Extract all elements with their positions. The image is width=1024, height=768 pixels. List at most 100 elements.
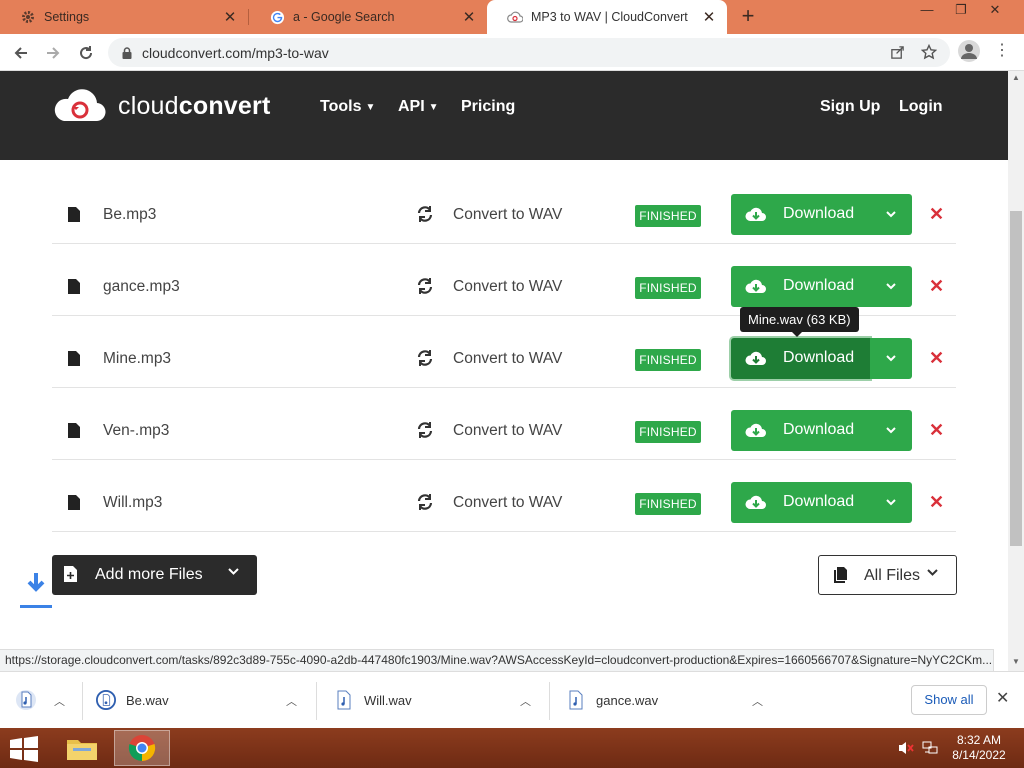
status-badge: FINISHED <box>635 493 701 515</box>
tab-title: a - Google Search <box>293 10 395 24</box>
download-progress-icon <box>96 690 116 710</box>
windows-start-icon[interactable] <box>8 736 40 762</box>
file-name: gance.mp3 <box>103 278 180 295</box>
bookmark-star-icon[interactable] <box>920 43 938 61</box>
chevron-up-icon[interactable]: ︿ <box>54 693 65 709</box>
chevron-up-icon[interactable]: ︿ <box>286 693 297 709</box>
login-link[interactable]: Login <box>899 98 943 116</box>
shelf-item[interactable]: Be.wav ︿ <box>96 680 304 720</box>
tab-cloudconvert[interactable]: MP3 to WAV | CloudConvert ✕ <box>487 0 727 34</box>
remove-file-icon[interactable]: ✕ <box>929 492 944 513</box>
audio-file-icon <box>569 690 583 710</box>
remove-file-icon[interactable]: ✕ <box>929 204 944 225</box>
reload-icon[interactable] <box>73 40 99 66</box>
add-more-files-label: Add more Files <box>95 566 203 583</box>
page-scrollbar[interactable]: ▲ ▼ <box>1008 71 1024 671</box>
back-icon[interactable] <box>8 40 34 66</box>
restore-icon[interactable]: ❐ <box>946 0 976 22</box>
tab-google-search[interactable]: a - Google Search ✕ <box>249 0 487 34</box>
shelf-item[interactable]: gance.wav ︿ <box>566 680 774 720</box>
remove-file-icon[interactable]: ✕ <box>929 348 944 369</box>
add-file-icon <box>64 566 77 582</box>
cloudconvert-logo[interactable]: cloudconvert <box>54 89 270 123</box>
file-name: Be.mp3 <box>103 206 157 223</box>
show-all-button[interactable]: Show all <box>911 685 987 715</box>
profile-avatar-icon[interactable] <box>958 40 980 62</box>
logo-text: cloudconvert <box>118 92 270 121</box>
convert-target-select[interactable]: Convert to WAV <box>453 494 562 512</box>
close-window-icon[interactable]: ✕ <box>980 0 1010 22</box>
clock-time: 8:32 AM <box>956 733 1002 747</box>
download-options-button[interactable] <box>870 482 912 523</box>
taskbar-clock[interactable]: 8:32 AM 8/14/2022 <box>948 733 1010 763</box>
new-tab-button[interactable]: + <box>736 5 760 29</box>
file-icon <box>68 495 80 510</box>
shelf-file-name: Be.wav <box>126 692 169 708</box>
download-options-button[interactable] <box>870 194 912 235</box>
download-button[interactable]: Download <box>731 410 870 451</box>
speaker-muted-icon[interactable] <box>898 740 914 756</box>
file-explorer-icon[interactable] <box>54 730 110 766</box>
shelf-item[interactable]: Will.wav ︿ <box>334 680 538 720</box>
cloudconvert-icon <box>507 9 523 25</box>
nav-tools[interactable]: Tools ▼ <box>320 98 375 116</box>
status-badge: FINISHED <box>635 277 701 299</box>
download-options-button[interactable] <box>870 338 912 379</box>
convert-target-select[interactable]: Convert to WAV <box>453 278 562 296</box>
sync-icon <box>417 206 433 222</box>
shelf-file-name: gance.wav <box>596 692 659 708</box>
minimize-icon[interactable]: — <box>912 0 942 22</box>
chrome-taskbar-icon[interactable] <box>114 730 170 766</box>
download-options-button[interactable] <box>870 266 912 307</box>
shelf-file-name: Will.wav <box>364 692 412 708</box>
file-row: Mine.mp3 Convert to WAV FINISHED Downloa… <box>52 331 956 388</box>
address-bar[interactable]: cloudconvert.com/mp3-to-wav <box>108 38 950 67</box>
clock-date: 8/14/2022 <box>952 748 1006 762</box>
download-button[interactable]: Download <box>731 482 870 523</box>
close-tab-icon[interactable]: ✕ <box>461 8 477 26</box>
file-name: Mine.mp3 <box>103 350 172 367</box>
close-tab-icon[interactable]: ✕ <box>701 8 717 26</box>
shelf-item-collapsed[interactable]: ︿ <box>16 680 76 720</box>
chevron-up-icon[interactable]: ︿ <box>752 693 763 709</box>
status-badge: FINISHED <box>635 205 701 227</box>
scroll-down-icon[interactable]: ▼ <box>1008 655 1024 669</box>
chevron-down-icon <box>886 283 896 290</box>
sync-icon <box>417 494 433 510</box>
nav-api[interactable]: API ▼ <box>398 98 439 116</box>
chevron-down-icon <box>886 355 896 362</box>
status-badge: FINISHED <box>635 421 701 443</box>
download-arrow-icon <box>20 573 52 608</box>
download-button[interactable]: Download <box>731 266 870 307</box>
signup-link[interactable]: Sign Up <box>820 98 880 116</box>
logo-text-light: cloud <box>118 91 179 120</box>
download-button[interactable]: Download <box>731 338 870 379</box>
convert-target-select[interactable]: Convert to WAV <box>453 350 562 368</box>
file-icon <box>68 423 80 438</box>
close-shelf-icon[interactable]: ✕ <box>996 688 1009 708</box>
convert-target-select[interactable]: Convert to WAV <box>453 422 562 440</box>
scroll-thumb[interactable] <box>1010 211 1022 546</box>
site-header: cloudconvert Tools ▼ API ▼ Pricing Sign Up… <box>0 71 1008 160</box>
network-icon[interactable] <box>922 740 938 756</box>
forward-icon[interactable] <box>40 40 66 66</box>
file-icon <box>68 351 80 366</box>
close-tab-icon[interactable]: ✕ <box>222 8 238 26</box>
add-more-files-button[interactable]: Add more Files <box>52 555 257 595</box>
download-options-button[interactable] <box>870 410 912 451</box>
all-files-button[interactable]: All Files <box>818 555 957 595</box>
browser-toolbar: cloudconvert.com/mp3-to-wav ⋮ <box>0 34 1024 71</box>
tab-settings[interactable]: Settings ✕ <box>0 0 248 34</box>
remove-file-icon[interactable]: ✕ <box>929 420 944 441</box>
convert-target-select[interactable]: Convert to WAV <box>453 206 562 224</box>
nav-pricing[interactable]: Pricing <box>461 98 515 116</box>
remove-file-icon[interactable]: ✕ <box>929 276 944 297</box>
chevron-down-icon: ▼ <box>365 101 376 113</box>
chevron-down-icon <box>886 211 896 218</box>
download-button[interactable]: Download <box>731 194 870 235</box>
scroll-up-icon[interactable]: ▲ <box>1008 71 1024 85</box>
tab-strip: Settings ✕ a - Google Search ✕ MP3 to WA… <box>0 0 1024 34</box>
browser-menu-icon[interactable]: ⋮ <box>992 40 1012 64</box>
share-icon[interactable] <box>888 43 906 61</box>
chevron-up-icon[interactable]: ︿ <box>520 693 531 709</box>
